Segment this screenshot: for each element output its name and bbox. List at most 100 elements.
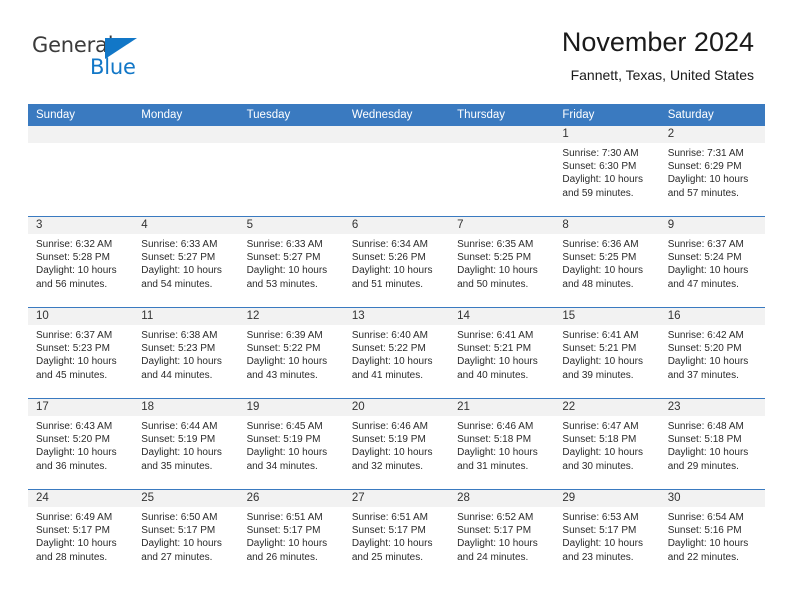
calendar-day-cell[interactable]: 20 Sunrise: 6:46 AM Sunset: 5:19 PM Dayligh…	[343, 398, 450, 490]
day-sunrise-text: Sunrise: 7:31 AM	[667, 148, 744, 159]
calendar-day-cell[interactable]: 15 Sunrise: 6:41 AM Sunset: 5:21 PM Dayligh…	[554, 307, 660, 399]
day-number: 23	[659, 399, 765, 416]
day-sun-info: Sunrise: 6:46 AM Sunset: 5:19 PM Daylight:…	[344, 416, 449, 473]
day-sunrise-text: Sunrise: 6:42 AM	[667, 330, 744, 341]
day-sun-info: Sunrise: 6:47 AM Sunset: 5:18 PM Daylight:…	[554, 416, 659, 473]
day-sunset-text: Sunset: 5:19 PM	[141, 434, 216, 446]
day-daylight2-text: and 30 minutes.	[562, 460, 634, 472]
day-sunset-text: Sunset: 5:18 PM	[667, 434, 742, 446]
calendar-day-cell[interactable]: 30 Sunrise: 6:54 AM Sunset: 5:16 PM Dayligh…	[659, 489, 765, 580]
day-daylight1-text: Daylight: 10 hours	[562, 265, 644, 277]
day-cell-inner: 5 Sunrise: 6:33 AM Sunset: 5:27 PM Daylight…	[238, 217, 344, 307]
day-number: 29	[554, 490, 660, 507]
day-daylight2-text: and 31 minutes.	[457, 460, 529, 472]
calendar-day-cell[interactable]: 26 Sunrise: 6:51 AM Sunset: 5:17 PM Dayligh…	[238, 489, 344, 580]
day-cell-inner: 9 Sunrise: 6:37 AM Sunset: 5:24 PM Daylight…	[659, 217, 765, 307]
day-sun-info: Sunrise: 6:40 AM Sunset: 5:22 PM Daylight:…	[344, 325, 449, 382]
day-number: 9	[659, 217, 765, 234]
day-sunrise-text: Sunrise: 7:30 AM	[562, 148, 639, 159]
page-subtitle: Fannett, Texas, United States	[570, 67, 754, 83]
calendar-header-row: Sunday Monday Tuesday Wednesday Thursday Frid…	[28, 104, 765, 126]
calendar-day-cell[interactable]: 22 Sunrise: 6:47 AM Sunset: 5:18 PM Dayligh…	[554, 398, 660, 490]
day-daylight2-text: and 22 minutes.	[667, 551, 739, 563]
calendar-day-cell-empty	[343, 126, 450, 217]
day-sunrise-text: Sunrise: 6:43 AM	[36, 421, 113, 432]
day-cell-inner: 4 Sunrise: 6:33 AM Sunset: 5:27 PM Daylight…	[133, 217, 239, 307]
calendar-day-cell[interactable]: 24 Sunrise: 6:49 AM Sunset: 5:17 PM Dayligh…	[28, 489, 134, 580]
calendar-day-cell-empty	[28, 126, 134, 217]
calendar-day-cell[interactable]: 16 Sunrise: 6:42 AM Sunset: 5:20 PM Dayligh…	[659, 307, 765, 399]
calendar-day-cell[interactable]: 19 Sunrise: 6:45 AM Sunset: 5:19 PM Dayligh…	[238, 398, 344, 490]
day-cell-inner: 18 Sunrise: 6:44 AM Sunset: 5:19 PM Dayligh…	[133, 399, 239, 489]
calendar-day-cell[interactable]: 8 Sunrise: 6:36 AM Sunset: 5:25 PM Daylight…	[554, 216, 660, 308]
day-number: 25	[133, 490, 239, 507]
day-sun-info: Sunrise: 6:46 AM Sunset: 5:18 PM Daylight:…	[449, 416, 554, 473]
day-cell-inner: 19 Sunrise: 6:45 AM Sunset: 5:19 PM Dayligh…	[238, 399, 344, 489]
day-sun-info: Sunrise: 6:51 AM Sunset: 5:17 PM Daylight:…	[344, 507, 449, 564]
day-number: 30	[659, 490, 765, 507]
calendar-day-cell[interactable]: 27 Sunrise: 6:51 AM Sunset: 5:17 PM Dayligh…	[343, 489, 450, 580]
day-daylight2-text: and 34 minutes.	[246, 460, 318, 472]
calendar-day-cell[interactable]: 10 Sunrise: 6:37 AM Sunset: 5:23 PM Dayligh…	[28, 307, 134, 399]
day-sunrise-text: Sunrise: 6:41 AM	[457, 330, 534, 341]
calendar-day-cell[interactable]: 17 Sunrise: 6:43 AM Sunset: 5:20 PM Dayligh…	[28, 398, 134, 490]
day-daylight1-text: Daylight: 10 hours	[667, 174, 749, 186]
day-number: 6	[343, 217, 450, 234]
day-daylight2-text: and 41 minutes.	[351, 369, 424, 381]
day-sun-info: Sunrise: 6:51 AM Sunset: 5:17 PM Daylight:…	[239, 507, 344, 564]
day-sun-info: Sunrise: 7:31 AM Sunset: 6:29 PM Daylight:…	[660, 143, 765, 200]
day-cell-inner: 21 Sunrise: 6:46 AM Sunset: 5:18 PM Dayligh…	[449, 399, 555, 489]
day-number	[449, 126, 555, 143]
day-number: 28	[449, 490, 555, 507]
day-sun-info: Sunrise: 6:41 AM Sunset: 5:21 PM Daylight:…	[554, 325, 659, 382]
calendar-day-cell[interactable]: 1 Sunrise: 7:30 AM Sunset: 6:30 PM Daylight…	[554, 126, 660, 217]
day-sunrise-text: Sunrise: 6:41 AM	[562, 330, 639, 341]
day-sunset-text: Sunset: 5:18 PM	[457, 434, 532, 446]
day-cell-inner: 2 Sunrise: 7:31 AM Sunset: 6:29 PM Daylight…	[659, 126, 765, 216]
day-sunrise-text: Sunrise: 6:34 AM	[351, 239, 428, 250]
calendar-day-cell[interactable]: 3 Sunrise: 6:32 AM Sunset: 5:28 PM Daylight…	[28, 216, 134, 308]
day-sunset-text: Sunset: 6:29 PM	[667, 161, 742, 173]
day-cell-inner: 22 Sunrise: 6:47 AM Sunset: 5:18 PM Dayligh…	[554, 399, 660, 489]
day-sunset-text: Sunset: 5:20 PM	[36, 434, 110, 446]
calendar-day-cell[interactable]: 7 Sunrise: 6:35 AM Sunset: 5:25 PM Daylight…	[449, 216, 555, 308]
day-cell-inner: 1 Sunrise: 7:30 AM Sunset: 6:30 PM Daylight…	[554, 126, 660, 216]
calendar-day-cell[interactable]: 2 Sunrise: 7:31 AM Sunset: 6:29 PM Daylight…	[659, 126, 765, 217]
day-number: 16	[659, 308, 765, 325]
calendar-day-cell[interactable]: 4 Sunrise: 6:33 AM Sunset: 5:27 PM Daylight…	[133, 216, 239, 308]
day-sunset-text: Sunset: 5:19 PM	[246, 434, 321, 446]
calendar-day-cell[interactable]: 5 Sunrise: 6:33 AM Sunset: 5:27 PM Daylight…	[238, 216, 344, 308]
day-daylight2-text: and 56 minutes.	[36, 278, 108, 290]
calendar-day-cell[interactable]: 12 Sunrise: 6:39 AM Sunset: 5:22 PM Dayligh…	[238, 307, 344, 399]
calendar-day-cell[interactable]: 11 Sunrise: 6:38 AM Sunset: 5:23 PM Dayligh…	[133, 307, 239, 399]
calendar-day-cell[interactable]: 9 Sunrise: 6:37 AM Sunset: 5:24 PM Daylight…	[659, 216, 765, 308]
day-daylight1-text: Daylight: 10 hours	[36, 265, 117, 277]
day-sunset-text: Sunset: 5:24 PM	[667, 252, 742, 264]
calendar-day-cell[interactable]: 21 Sunrise: 6:46 AM Sunset: 5:18 PM Dayligh…	[449, 398, 555, 490]
day-number: 26	[238, 490, 344, 507]
day-number: 2	[659, 126, 765, 143]
calendar-day-cell[interactable]: 23 Sunrise: 6:48 AM Sunset: 5:18 PM Dayligh…	[659, 398, 765, 490]
day-sunset-text: Sunset: 5:16 PM	[667, 525, 742, 537]
calendar-day-cell[interactable]: 29 Sunrise: 6:53 AM Sunset: 5:17 PM Dayligh…	[554, 489, 660, 580]
day-daylight2-text: and 36 minutes.	[36, 460, 108, 472]
day-number: 8	[554, 217, 660, 234]
calendar-day-cell[interactable]: 6 Sunrise: 6:34 AM Sunset: 5:26 PM Daylight…	[343, 216, 450, 308]
day-daylight1-text: Daylight: 10 hours	[36, 538, 117, 550]
day-sun-info: Sunrise: 6:43 AM Sunset: 5:20 PM Daylight:…	[28, 416, 133, 473]
day-number: 3	[28, 217, 134, 234]
day-sunset-text: Sunset: 5:17 PM	[562, 525, 637, 537]
calendar-day-cell[interactable]: 25 Sunrise: 6:50 AM Sunset: 5:17 PM Dayligh…	[133, 489, 239, 580]
day-sun-info: Sunrise: 6:48 AM Sunset: 5:18 PM Daylight:…	[660, 416, 765, 473]
day-daylight1-text: Daylight: 10 hours	[562, 356, 644, 368]
generalblue-logo[interactable]: General Blue	[32, 33, 182, 83]
calendar-week-row: 10 Sunrise: 6:37 AM Sunset: 5:23 PM Dayligh…	[28, 307, 765, 399]
day-cell-inner: 13 Sunrise: 6:40 AM Sunset: 5:22 PM Dayligh…	[343, 308, 450, 398]
day-number: 17	[28, 399, 134, 416]
day-daylight2-text: and 27 minutes.	[141, 551, 213, 563]
calendar-day-cell[interactable]: 14 Sunrise: 6:41 AM Sunset: 5:21 PM Dayligh…	[449, 307, 555, 399]
day-cell-inner: 23 Sunrise: 6:48 AM Sunset: 5:18 PM Dayligh…	[659, 399, 765, 489]
calendar-day-cell[interactable]: 13 Sunrise: 6:40 AM Sunset: 5:22 PM Dayligh…	[343, 307, 450, 399]
calendar-day-cell[interactable]: 28 Sunrise: 6:52 AM Sunset: 5:17 PM Dayligh…	[449, 489, 555, 580]
calendar-day-cell[interactable]: 18 Sunrise: 6:44 AM Sunset: 5:19 PM Dayligh…	[133, 398, 239, 490]
